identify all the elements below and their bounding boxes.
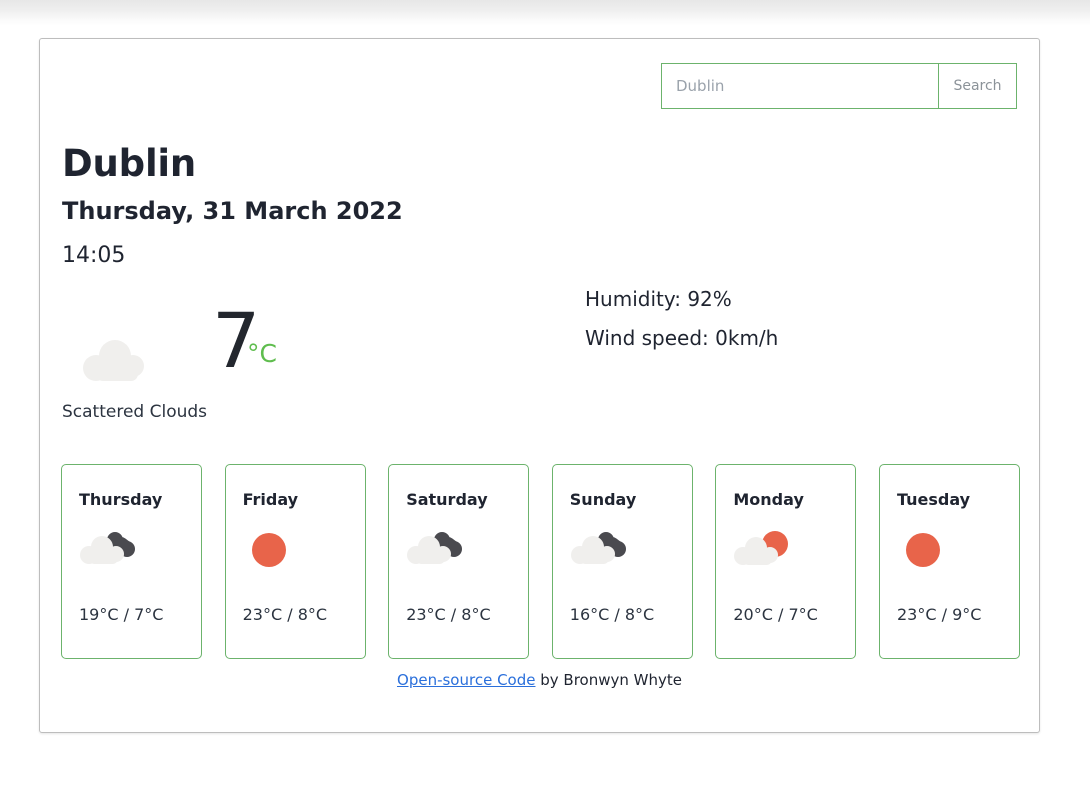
cloud-icon bbox=[80, 339, 150, 389]
forecast-day-label: Sunday bbox=[569, 490, 637, 509]
city-name: Dublin bbox=[62, 142, 197, 185]
forecast-card[interactable]: Thursday 19°C / 7°C bbox=[61, 464, 202, 659]
temperature-unit: °C bbox=[247, 339, 277, 368]
weather-app-card: Search Dublin Thursday, 31 March 2022 14… bbox=[39, 38, 1040, 733]
sun-behind-cloud-icon bbox=[734, 527, 794, 573]
forecast-temps: 16°C / 8°C bbox=[569, 605, 655, 624]
current-time: 14:05 bbox=[62, 243, 126, 268]
wind-speed-value: Wind speed: 0km/h bbox=[585, 326, 779, 350]
current-date: Thursday, 31 March 2022 bbox=[62, 197, 403, 225]
forecast-day-label: Tuesday bbox=[896, 490, 971, 509]
broken-clouds-icon bbox=[570, 527, 631, 573]
search-form: Search bbox=[661, 63, 1017, 109]
footer-author: by Bronwyn Whyte bbox=[535, 671, 682, 689]
weather-details: Humidity: 92% Wind speed: 0km/h bbox=[585, 287, 778, 365]
open-source-code-link[interactable]: Open-source Code bbox=[397, 671, 535, 689]
forecast-card[interactable]: Saturday 23°C / 8°C bbox=[388, 464, 530, 659]
forecast-temps: 19°C / 7°C bbox=[79, 605, 164, 624]
page-root: Search Dublin Thursday, 31 March 2022 14… bbox=[0, 0, 1090, 792]
forecast-day-label: Friday bbox=[242, 490, 299, 509]
search-button[interactable]: Search bbox=[938, 63, 1017, 109]
broken-clouds-icon bbox=[407, 527, 467, 573]
forecast-temps: 23°C / 8°C bbox=[406, 605, 491, 624]
forecast-day-label: Thursday bbox=[79, 490, 163, 509]
sun-icon bbox=[244, 527, 304, 573]
broken-clouds-icon bbox=[80, 527, 140, 573]
forecast-temps: 20°C / 7°C bbox=[733, 605, 818, 624]
current-conditions: 7 °C bbox=[62, 289, 482, 399]
footer: Open-source Code by Bronwyn Whyte bbox=[40, 671, 1039, 689]
top-gradient-band bbox=[0, 0, 1090, 26]
weather-description: Scattered Clouds bbox=[62, 402, 208, 422]
forecast-row: Thursday 19°C / 7°C Friday 23°C / 8°C Sa… bbox=[61, 464, 1020, 659]
forecast-card[interactable]: Tuesday 23°C / 9°C bbox=[878, 464, 1020, 659]
forecast-card[interactable]: Sunday 16°C / 8°C bbox=[551, 464, 693, 659]
sun-icon bbox=[898, 527, 958, 573]
forecast-card[interactable]: Monday 20°C / 7°C bbox=[715, 464, 857, 659]
humidity-value: Humidity: 92% bbox=[585, 287, 732, 311]
forecast-day-label: Monday bbox=[733, 490, 804, 509]
search-input[interactable] bbox=[661, 63, 938, 109]
forecast-day-label: Saturday bbox=[406, 490, 488, 509]
forecast-temps: 23°C / 8°C bbox=[242, 605, 328, 624]
forecast-temps: 23°C / 9°C bbox=[896, 605, 982, 624]
forecast-card[interactable]: Friday 23°C / 8°C bbox=[224, 464, 366, 659]
